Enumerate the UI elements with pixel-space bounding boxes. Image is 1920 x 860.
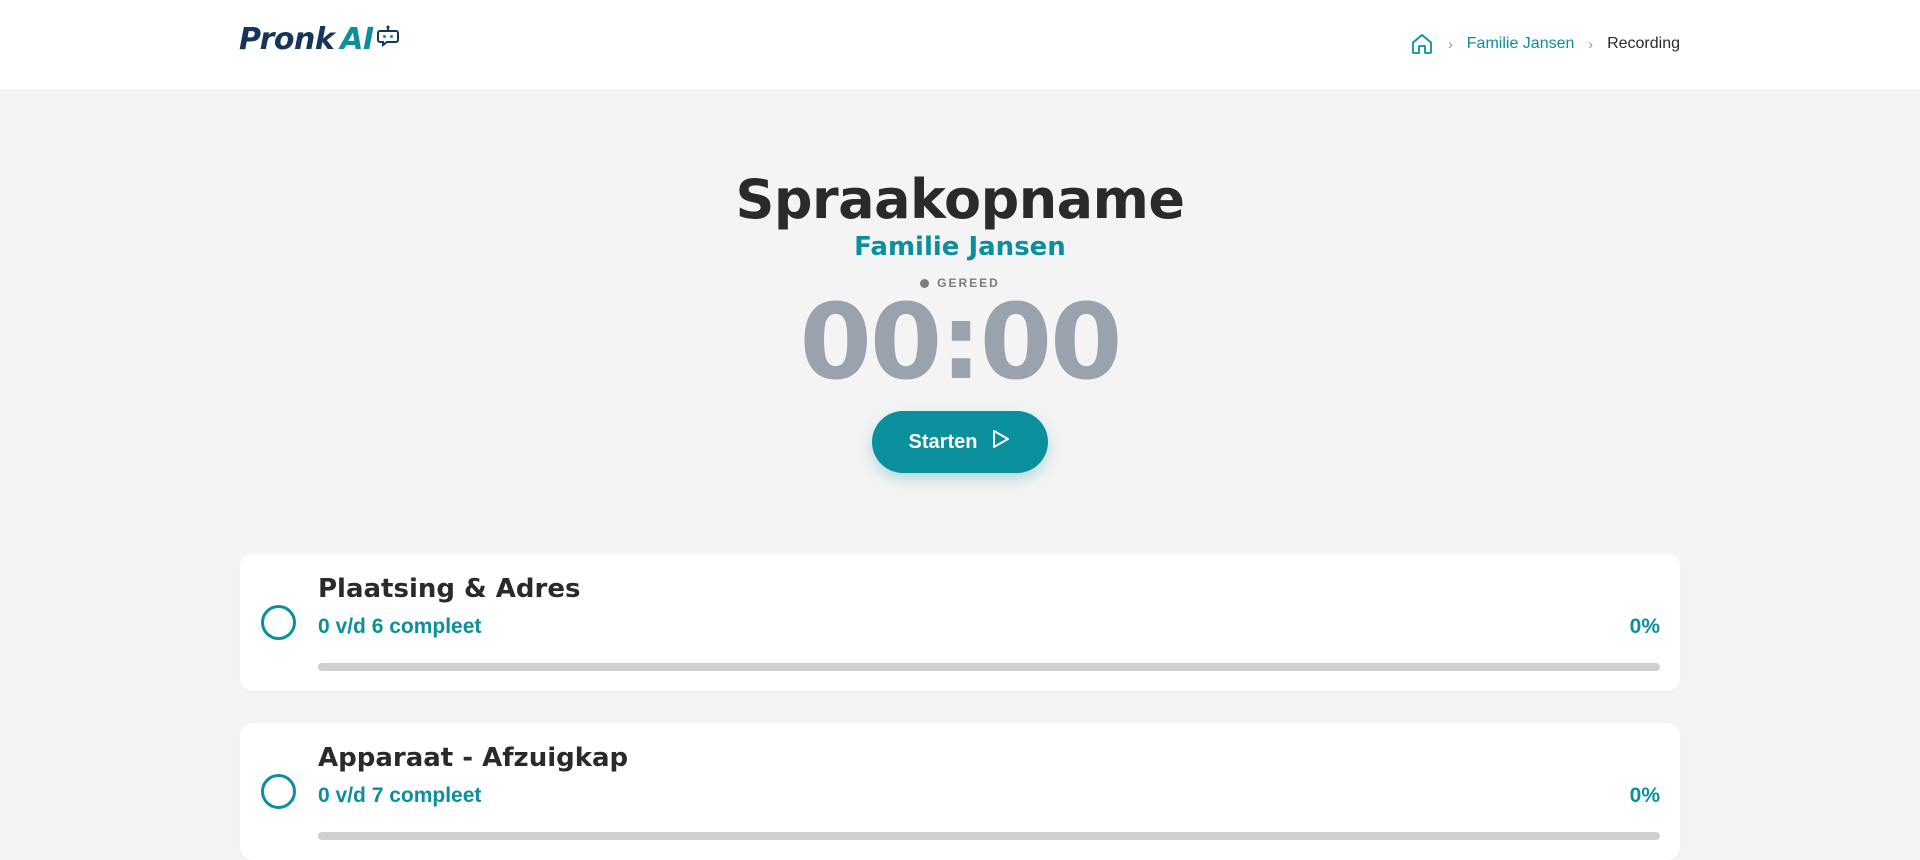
page-title: Spraakopname [735, 168, 1185, 231]
top-header: Pronk AI › Familie Jansen › Recording [0, 0, 1920, 91]
logo[interactable]: Pronk AI [239, 22, 399, 57]
section-progress-text: 0 v/d 7 compleet [318, 784, 482, 807]
home-icon[interactable] [1410, 32, 1434, 56]
section-progress-bar [318, 832, 1660, 840]
section-status-circle-icon [261, 774, 296, 809]
section-percent: 0% [1629, 615, 1660, 638]
start-recording-button[interactable]: Starten [872, 411, 1048, 473]
start-button-label: Starten [908, 430, 978, 453]
recording-timer: 00:00 [799, 281, 1122, 403]
logo-accent-text: AI [340, 22, 374, 57]
breadcrumb-link-familie-jansen[interactable]: Familie Jansen [1467, 35, 1575, 53]
robot-chat-icon [376, 20, 399, 55]
page-subtitle: Familie Jansen [854, 232, 1066, 262]
section-card[interactable]: Plaatsing & Adres 0 v/d 6 compleet 0% [240, 554, 1680, 691]
section-progress-text: 0 v/d 6 compleet [318, 615, 482, 638]
breadcrumb-separator: › [1588, 36, 1594, 52]
section-title: Apparaat - Afzuigkap [318, 743, 629, 773]
play-icon [989, 428, 1011, 456]
section-percent: 0% [1629, 784, 1660, 807]
section-status-circle-icon [261, 605, 296, 640]
breadcrumb-current-recording: Recording [1607, 35, 1680, 52]
breadcrumb-separator: › [1448, 36, 1453, 52]
breadcrumb: › Familie Jansen › Recording [1410, 32, 1680, 56]
section-card[interactable]: Apparaat - Afzuigkap 0 v/d 7 compleet 0% [240, 723, 1680, 860]
logo-text: Pronk [239, 22, 335, 57]
section-progress-bar [318, 663, 1660, 671]
section-title: Plaatsing & Adres [318, 574, 581, 604]
